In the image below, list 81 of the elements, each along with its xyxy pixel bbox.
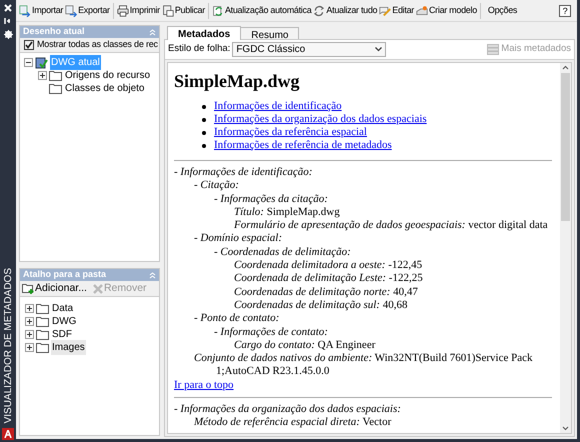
bullet-icon <box>202 144 206 148</box>
metadata-entry: Conjunto de dados nativos do ambiente: Win32NT(Build 7601)Service Pack 1;AutoCAD R23.1.45.0.0 <box>193 352 534 379</box>
folder-item[interactable]: DWG <box>51 314 78 328</box>
folder-icon <box>36 328 49 340</box>
tab[interactable]: Resumo <box>240 27 300 39</box>
toolbar-button[interactable]: Criar modelo <box>414 4 478 18</box>
refresh-icon <box>212 4 224 16</box>
printer-icon <box>116 4 129 16</box>
settings-icon[interactable] <box>4 30 12 39</box>
metadata-entry: Coordenada delimitadora a oeste: -122,45 <box>233 259 424 272</box>
toolbar-button[interactable]: Importar <box>18 4 64 18</box>
document-arrow-icon <box>65 4 78 16</box>
bullet-icon <box>202 130 206 134</box>
bullet-icon <box>202 118 206 122</box>
pencil-icon <box>379 4 392 16</box>
folder-item[interactable]: SDF <box>51 326 73 342</box>
folder-icon <box>36 316 49 326</box>
tree-item[interactable]: Classes de objeto <box>64 81 146 96</box>
toolbar-button[interactable]: Exportar <box>64 4 111 18</box>
folder-icon <box>36 302 49 314</box>
drawing-check-icon <box>35 56 48 68</box>
section-link[interactable]: Informações da referência espacial <box>214 126 367 139</box>
folder-icon <box>36 342 49 352</box>
metadata-entry: Título: SimpleMap.dwg <box>233 206 341 220</box>
section-heading: - Ponto de contato: <box>193 312 280 326</box>
expand-icon[interactable] <box>25 304 34 312</box>
document-title: SimpleMap.dwg <box>174 70 301 92</box>
document-arrow-icon <box>19 4 31 16</box>
section-heading: - Citação: <box>193 179 240 193</box>
toolbar-button[interactable]: Atualizar tudo <box>312 4 378 18</box>
bullet-icon <box>202 104 206 108</box>
folder-item[interactable]: Data <box>51 300 74 316</box>
palette-title: VISUALIZADOR DE METADADOS <box>2 268 14 423</box>
checkbox-label: Mostrar todas as classes de rec <box>37 38 158 52</box>
metadata-entry: Método de referência espacial direta: Vector <box>193 416 392 430</box>
folder-icon <box>49 83 62 94</box>
expand-icon[interactable] <box>25 330 34 338</box>
section-heading: - Informações de identificação: <box>174 166 314 180</box>
scroll-thumb[interactable] <box>561 73 570 221</box>
section-heading: - Coordenadas de delimitação: <box>213 246 352 260</box>
chevron-down-icon <box>375 47 382 52</box>
tab[interactable]: Metadados <box>167 26 242 40</box>
metadata-entry: Formulário de apresentação de dados geoespaciais: vector digital data <box>233 219 549 232</box>
section-link[interactable]: Informações da organização dos dados espaciais <box>214 113 427 126</box>
scrollbar[interactable] <box>560 63 571 433</box>
metadata-entry: Cargo do contato: QA Engineer <box>233 338 376 352</box>
field-label: Estilo de folha: <box>168 42 230 56</box>
add-button[interactable]: Adicionar... <box>22 280 87 296</box>
folder-item[interactable]: Images <box>51 340 86 354</box>
collapse-icon[interactable] <box>24 58 33 67</box>
expand-icon[interactable] <box>25 316 34 326</box>
section-heading: - Informações da organização dos dados espaciais: <box>174 403 402 416</box>
app-logo-icon <box>2 428 14 440</box>
x-icon <box>92 284 103 294</box>
metadata-entry: Coordenadas de delimitação norte: 40,47 <box>233 286 419 299</box>
expand-icon[interactable] <box>38 71 47 80</box>
help-button[interactable]: ? <box>559 4 571 16</box>
stacked-pages-icon <box>487 44 500 55</box>
panel-title: Atalho para a pasta <box>23 268 106 282</box>
section-link[interactable]: Informações de identificação <box>214 100 342 113</box>
toolbar-button[interactable]: Atualização automática <box>210 4 312 18</box>
folder-plus-icon <box>22 283 34 294</box>
back-to-top-link[interactable]: Ir para o topo <box>174 378 234 392</box>
document-icon <box>162 4 174 16</box>
metadata-entry: Coordenada de delimitação Leste: -122,25 <box>233 272 424 286</box>
close-icon[interactable] <box>4 4 12 12</box>
section-heading: - Informações de contato: <box>213 326 329 339</box>
toolbar-button[interactable]: Publicar <box>160 4 206 18</box>
panel-title: Desenho atual <box>23 25 85 38</box>
dropdown[interactable]: FGDC Clássico <box>232 42 386 57</box>
toolbar-button[interactable]: Imprimir <box>116 4 161 18</box>
toolbar-button[interactable]: Editar <box>378 4 415 18</box>
checkbox[interactable] <box>24 40 34 50</box>
section-link[interactable]: Informações de referência de metadados <box>214 139 392 152</box>
metadata-entry: Coordenadas de delimitação sul: 40,68 <box>233 298 408 312</box>
tree-item[interactable]: Origens do recurso <box>64 68 152 83</box>
section-heading: - Informações da citação: <box>213 192 329 206</box>
section-heading: - Domínio espacial: <box>193 232 283 246</box>
expand-icon[interactable] <box>25 342 34 352</box>
toolbar-button[interactable]: Opções <box>482 4 522 18</box>
refresh-icon <box>313 4 326 16</box>
